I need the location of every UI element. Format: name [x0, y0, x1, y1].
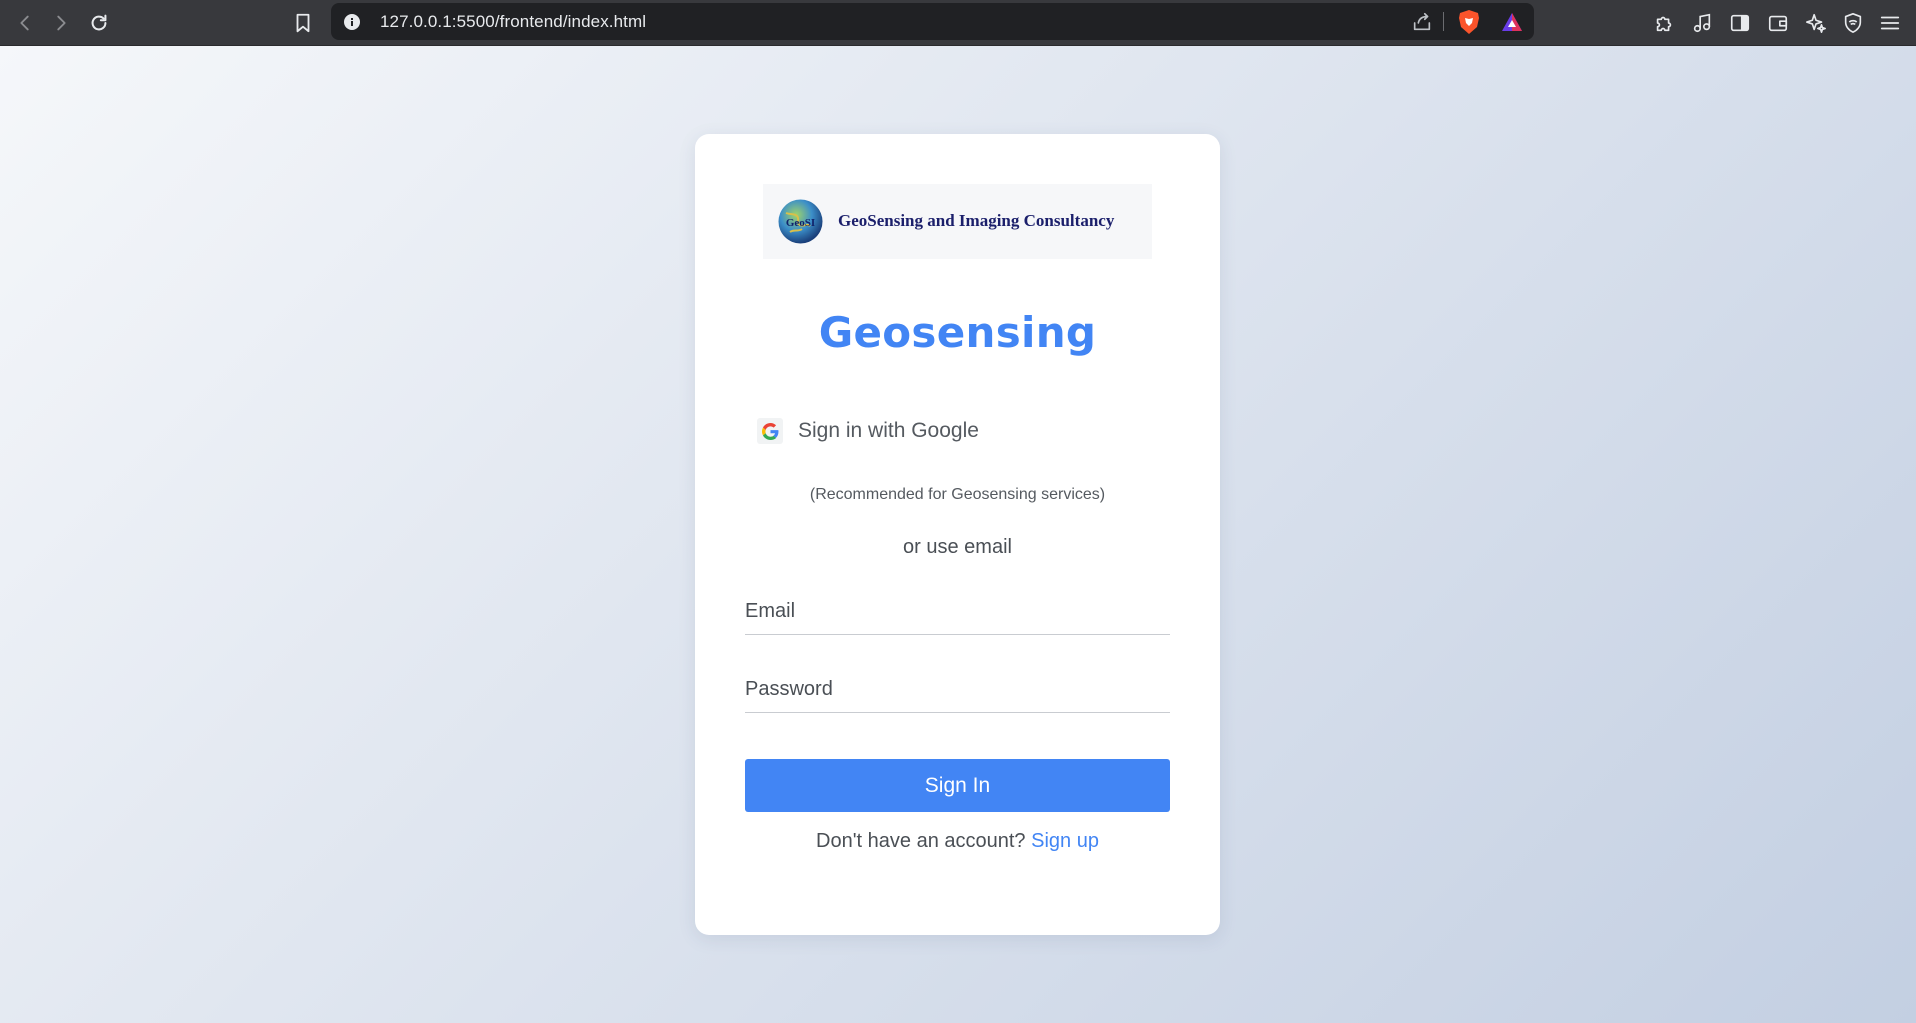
music-note-icon	[1693, 13, 1711, 33]
globe-logo-icon: GeoSI	[778, 199, 823, 244]
google-signin-label: Sign in with Google	[798, 419, 979, 442]
back-button[interactable]	[10, 8, 40, 38]
page-background: GeoSI GeoSensing and Imaging Consultancy…	[0, 46, 1916, 1023]
google-icon	[761, 422, 778, 440]
sign-in-button[interactable]: Sign In	[745, 759, 1170, 812]
signup-row: Don't have an account? Sign up	[695, 830, 1220, 853]
vpn-button[interactable]	[1838, 8, 1868, 38]
sparkle-icon	[1806, 13, 1826, 33]
forward-arrow-icon	[57, 15, 66, 31]
sidebar-icon	[1730, 14, 1750, 32]
media-button[interactable]	[1687, 8, 1717, 38]
sidebar-button[interactable]	[1725, 8, 1755, 38]
info-icon[interactable]	[344, 14, 360, 30]
wallet-icon	[1768, 15, 1788, 32]
password-field[interactable]	[745, 667, 1170, 713]
page-title: Geosensing	[818, 308, 1097, 357]
browser-toolbar: 127.0.0.1:5500/frontend/index.html	[0, 0, 1916, 46]
leo-button[interactable]	[1801, 8, 1831, 38]
urlbar-divider	[1443, 12, 1444, 31]
brave-shields-icon[interactable]	[1457, 9, 1481, 35]
google-signin-button[interactable]: Sign in with Google	[757, 412, 989, 450]
extensions-button[interactable]	[1649, 8, 1679, 38]
hamburger-menu-icon	[1880, 16, 1900, 30]
email-field[interactable]	[745, 589, 1170, 635]
reload-icon	[91, 14, 107, 31]
menu-button[interactable]	[1875, 8, 1905, 38]
forward-button[interactable]	[46, 8, 76, 38]
google-recommendation-note: (Recommended for Geosensing services)	[809, 486, 1106, 503]
url-text[interactable]: 127.0.0.1:5500/frontend/index.html	[380, 12, 646, 32]
bookmark-button[interactable]	[288, 8, 318, 38]
back-arrow-icon	[20, 15, 29, 31]
login-card: GeoSI GeoSensing and Imaging Consultancy…	[695, 134, 1220, 935]
company-name: GeoSensing and Imaging Consultancy	[838, 211, 1115, 230]
email-divider-text: or use email	[903, 536, 1012, 558]
wallet-button[interactable]	[1763, 8, 1793, 38]
brave-rewards-icon[interactable]	[1500, 10, 1524, 34]
reload-button[interactable]	[84, 8, 114, 38]
signup-link[interactable]: Sign up	[1031, 830, 1099, 852]
google-icon-container	[757, 418, 783, 444]
bookmark-icon	[296, 13, 310, 33]
share-icon[interactable]	[1411, 11, 1433, 33]
company-logo: GeoSI GeoSensing and Imaging Consultancy	[763, 184, 1152, 259]
signup-prompt: Don't have an account?	[816, 830, 1032, 852]
puzzle-icon	[1656, 16, 1672, 32]
address-bar[interactable]: 127.0.0.1:5500/frontend/index.html	[331, 3, 1534, 40]
svg-text:GeoSI: GeoSI	[786, 217, 815, 229]
shield-icon	[1844, 13, 1862, 33]
